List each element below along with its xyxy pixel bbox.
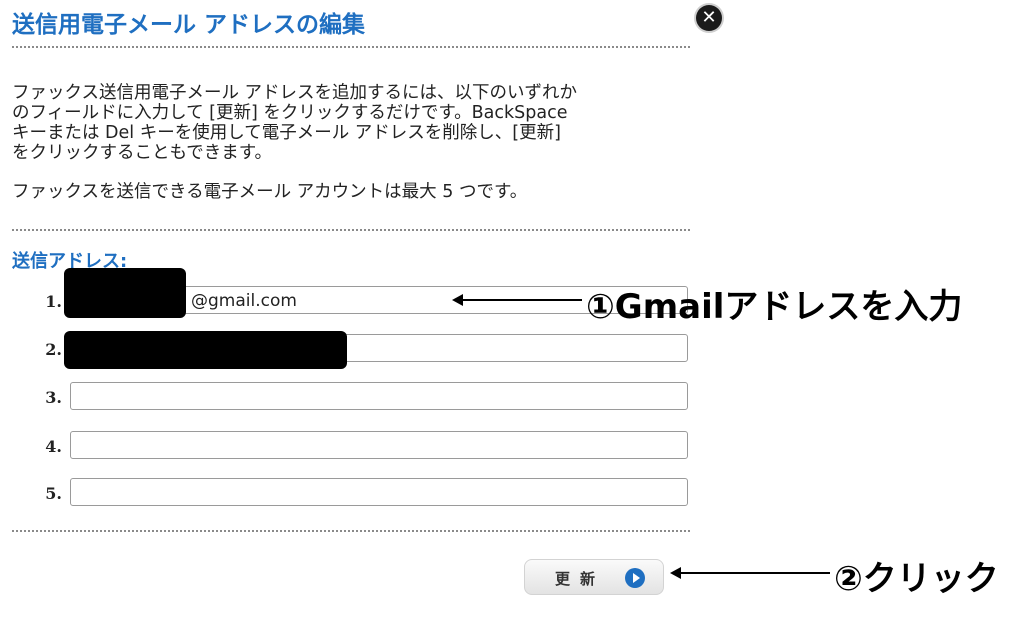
close-icon[interactable]: ✕ bbox=[696, 5, 722, 31]
row-number: 1. bbox=[45, 292, 62, 311]
annotation-arrow-2 bbox=[670, 567, 830, 579]
address-row-4: 4. bbox=[0, 431, 700, 463]
row-number: 5. bbox=[45, 484, 62, 503]
redaction-box-1 bbox=[64, 268, 186, 318]
row-number: 4. bbox=[45, 437, 62, 456]
row-number: 2. bbox=[45, 340, 62, 359]
address-row-3: 3. bbox=[0, 382, 700, 414]
divider-middle bbox=[12, 229, 690, 231]
description-text: ファックス送信用電子メール アドレスを追加するには、以下のいずれか のフィールド… bbox=[12, 83, 578, 163]
row-number: 3. bbox=[45, 388, 62, 407]
annotation-step2: ②クリック bbox=[834, 559, 999, 599]
address-input-3[interactable] bbox=[70, 382, 688, 410]
divider-top bbox=[12, 46, 690, 48]
address-input-5[interactable] bbox=[70, 478, 688, 506]
address-input-value: @gmail.com bbox=[191, 291, 297, 311]
play-circle-icon bbox=[625, 568, 645, 588]
annotation-arrow-1 bbox=[452, 294, 582, 306]
divider-bottom bbox=[12, 530, 690, 532]
redaction-box-2 bbox=[64, 331, 347, 369]
dialog-title: 送信用電子メール アドレスの編集 bbox=[12, 12, 366, 38]
address-input-4[interactable] bbox=[70, 431, 688, 459]
update-button-label: 更新 bbox=[555, 570, 606, 588]
update-button[interactable]: 更新 bbox=[524, 559, 664, 595]
limit-note: ファックスを送信できる電子メール アカウントは最大 5 つです。 bbox=[12, 182, 528, 202]
annotation-step1: ①Gmailアドレスを入力 bbox=[586, 287, 963, 327]
address-row-5: 5. bbox=[0, 478, 700, 510]
